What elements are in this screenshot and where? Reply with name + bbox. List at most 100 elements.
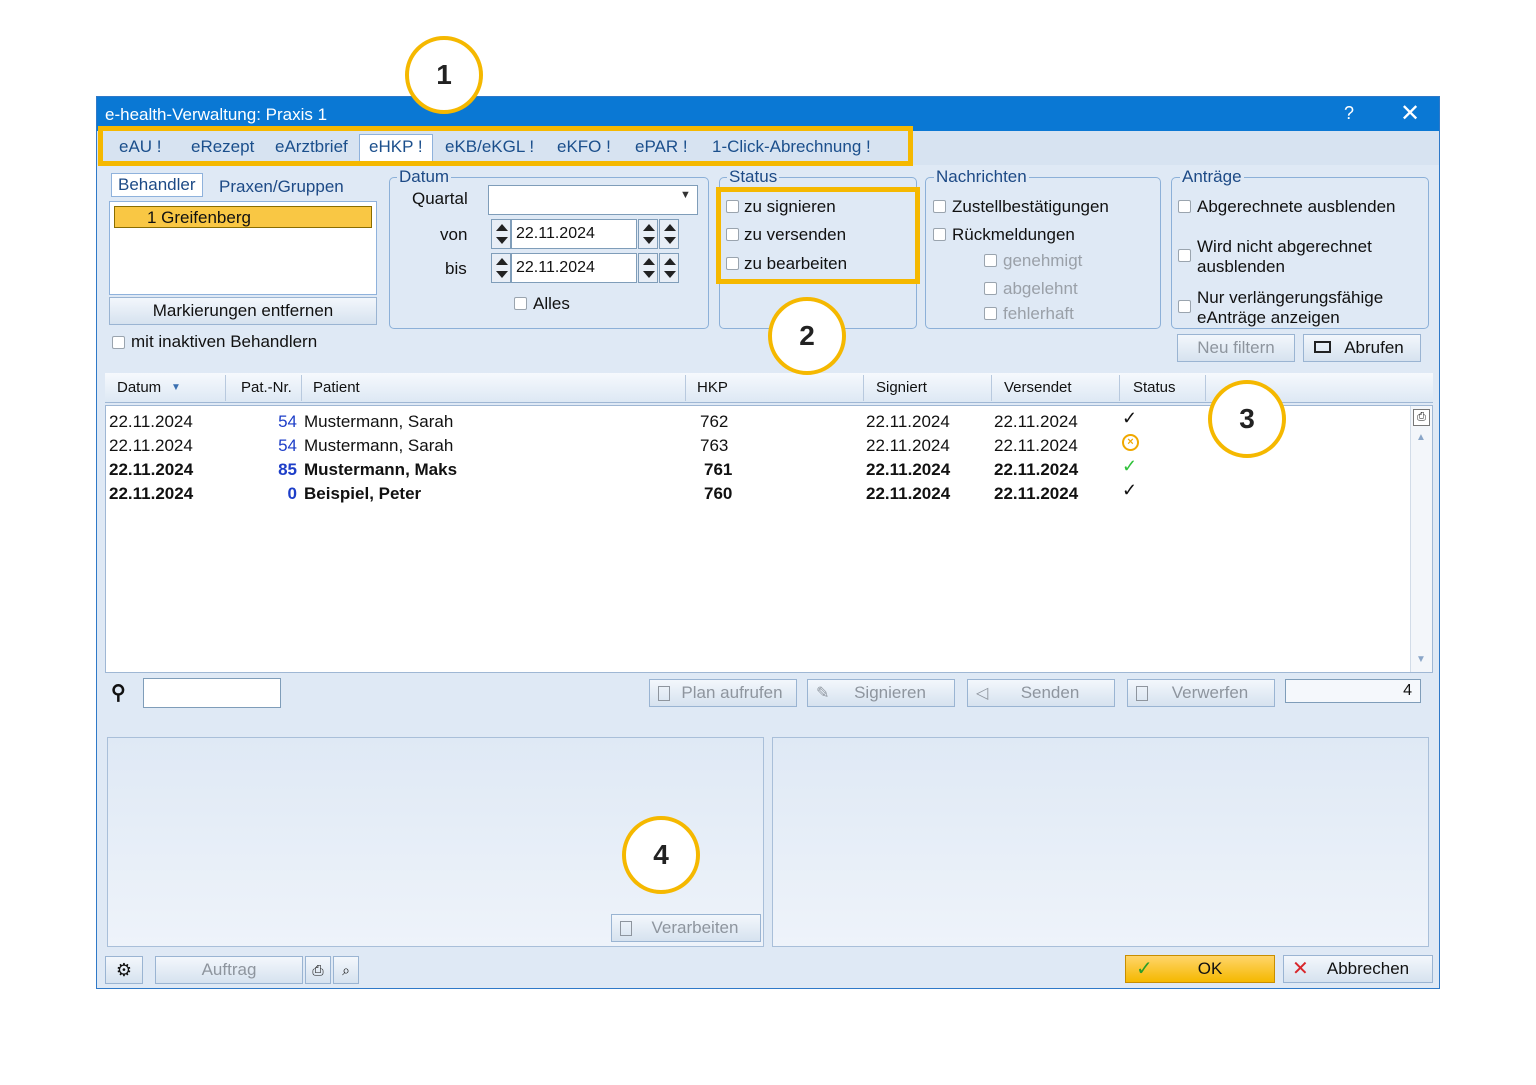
close-button[interactable]: ✕ xyxy=(1400,99,1420,128)
nicht-abgerechnet-checkbox[interactable] xyxy=(1178,249,1191,262)
abgelehnt-label: abgelehnt xyxy=(1003,279,1078,298)
alles-label: Alles xyxy=(533,294,570,313)
signieren-label: Signieren xyxy=(854,683,926,702)
fehlerhaft-checkbox[interactable] xyxy=(984,307,997,320)
bis-label: bis xyxy=(445,259,467,278)
cell-hkp: 761 xyxy=(704,460,733,479)
discard-icon xyxy=(1136,686,1148,701)
cell-signiert: 22.11.2024 xyxy=(866,412,950,431)
cell-patnr: 54 xyxy=(278,412,297,431)
cell-datum: 22.11.2024 xyxy=(109,484,194,503)
abgelehnt-checkbox[interactable] xyxy=(984,282,997,295)
chevron-down-icon[interactable]: ▼ xyxy=(680,189,691,201)
table-row[interactable]: 22.11.2024 54 Mustermann, Sarah 763 22.1… xyxy=(106,434,1406,458)
col-versendet[interactable]: Versendet xyxy=(1004,379,1072,396)
scroll-up-icon[interactable]: ▲ xyxy=(1416,432,1426,443)
markierungen-entfernen-button[interactable]: Markierungen entfernen xyxy=(109,297,377,325)
von-input[interactable]: 22.11.2024 xyxy=(511,219,637,249)
document-icon xyxy=(658,686,670,701)
abgerechnete-label: Abgerechnete ausblenden xyxy=(1197,197,1396,216)
nicht-abgerechnet-label-1: Wird nicht abgerechnet xyxy=(1197,237,1372,256)
cell-hkp: 762 xyxy=(700,412,729,431)
count-display: 4 xyxy=(1285,679,1421,703)
process-icon xyxy=(620,921,632,936)
antraege-group-label: Anträge xyxy=(1180,167,1244,187)
auftrag-button[interactable]: Auftrag xyxy=(155,956,303,984)
quartal-label: Quartal xyxy=(412,189,468,208)
alles-checkbox[interactable] xyxy=(514,297,527,310)
tab-behandler[interactable]: Behandler xyxy=(111,173,203,197)
col-separator xyxy=(301,375,302,401)
verarbeiten-button[interactable]: Verarbeiten xyxy=(611,914,761,942)
von-spin-left[interactable] xyxy=(491,219,511,249)
magnifier-icon[interactable]: ⌕ xyxy=(333,956,359,984)
col-patnr[interactable]: Pat.-Nr. xyxy=(241,379,292,396)
verlaengerung-label-2: eAnträge anzeigen xyxy=(1197,308,1340,327)
bis-spin-right-b[interactable] xyxy=(659,253,679,283)
cell-patient: Mustermann, Sarah xyxy=(304,436,454,455)
print-icon[interactable]: ⎙ xyxy=(1413,409,1430,426)
help-button[interactable]: ? xyxy=(1344,103,1354,124)
cell-datum: 22.11.2024 xyxy=(109,460,194,479)
col-patient[interactable]: Patient xyxy=(313,379,360,396)
tab-praxen-gruppen[interactable]: Praxen/Gruppen xyxy=(219,177,344,197)
von-label: von xyxy=(440,225,468,244)
verarbeiten-label: Verarbeiten xyxy=(651,918,739,937)
cell-versendet: 22.11.2024 xyxy=(994,412,1078,431)
von-spin-right-a[interactable] xyxy=(638,219,658,249)
verwerfen-button[interactable]: Verwerfen xyxy=(1127,679,1275,707)
cell-datum: 22.11.2024 xyxy=(109,436,193,455)
nachrichten-group-label: Nachrichten xyxy=(934,167,1029,187)
cell-versendet: 22.11.2024 xyxy=(994,484,1079,503)
list-item-selected[interactable]: 1 Greifenberg xyxy=(114,206,372,228)
ok-check-icon: ✓ xyxy=(1136,958,1153,980)
cell-hkp: 760 xyxy=(704,484,733,503)
genehmigt-label: genehmigt xyxy=(1003,251,1083,270)
neu-filtern-button[interactable]: Neu filtern xyxy=(1177,334,1295,362)
abgerechnete-checkbox[interactable] xyxy=(1178,200,1191,213)
check-icon: ✓ xyxy=(1122,480,1138,500)
bis-spin-right-a[interactable] xyxy=(638,253,658,283)
col-separator xyxy=(1205,375,1206,401)
plan-aufrufen-button[interactable]: Plan aufrufen xyxy=(649,679,797,707)
senden-label: Senden xyxy=(1020,683,1080,702)
cell-patnr: 0 xyxy=(287,484,297,503)
col-signiert[interactable]: Signiert xyxy=(876,379,927,396)
envelope-icon xyxy=(1314,341,1331,353)
cell-versendet: 22.11.2024 xyxy=(994,460,1079,479)
scrollbar[interactable]: ⎙ ▲ ▼ xyxy=(1410,406,1432,672)
abbrechen-button[interactable]: ✕ Abbrechen xyxy=(1283,955,1433,983)
callout-1: 1 xyxy=(405,36,483,114)
col-hkp[interactable]: HKP xyxy=(697,379,728,396)
signieren-button[interactable]: ✎ Signieren xyxy=(807,679,955,707)
rueckmeldungen-checkbox[interactable] xyxy=(933,228,946,241)
col-separator xyxy=(685,375,686,401)
gear-icon[interactable]: ⚙ xyxy=(105,956,143,984)
bis-input[interactable]: 22.11.2024 xyxy=(511,253,637,283)
printer-icon[interactable]: ⎙ xyxy=(305,956,331,984)
binoculars-icon[interactable]: ⚲ xyxy=(111,680,126,705)
callout-3: 3 xyxy=(1208,380,1286,458)
abrufen-button[interactable]: Abrufen xyxy=(1303,334,1421,362)
table-row[interactable]: 22.11.2024 0 Beispiel, Peter 760 22.11.2… xyxy=(106,480,1406,506)
verlaengerung-checkbox[interactable] xyxy=(1178,300,1191,313)
nicht-abgerechnet-label-2: ausblenden xyxy=(1197,257,1285,276)
ok-button[interactable]: ✓ OK xyxy=(1125,955,1275,983)
genehmigt-checkbox[interactable] xyxy=(984,254,997,267)
quartal-select[interactable] xyxy=(488,185,698,215)
inactive-checkbox[interactable] xyxy=(112,336,125,349)
search-input[interactable] xyxy=(143,678,281,708)
senden-button[interactable]: ◁ Senden xyxy=(967,679,1115,707)
table-row[interactable]: 22.11.2024 85 Mustermann, Maks 761 22.11… xyxy=(106,456,1406,482)
zustell-label: Zustellbestätigungen xyxy=(952,197,1109,216)
col-separator xyxy=(863,375,864,401)
bis-spin-left[interactable] xyxy=(491,253,511,283)
plan-aufrufen-label: Plan aufrufen xyxy=(681,683,783,702)
col-status[interactable]: Status xyxy=(1133,379,1176,396)
col-datum[interactable]: Datum xyxy=(117,379,161,396)
von-spin-right-b[interactable] xyxy=(659,219,679,249)
scroll-down-icon[interactable]: ▼ xyxy=(1416,654,1426,665)
zustell-checkbox[interactable] xyxy=(933,200,946,213)
tabs-highlight-box xyxy=(98,126,913,166)
behandler-list: 1 Greifenberg xyxy=(109,201,377,295)
